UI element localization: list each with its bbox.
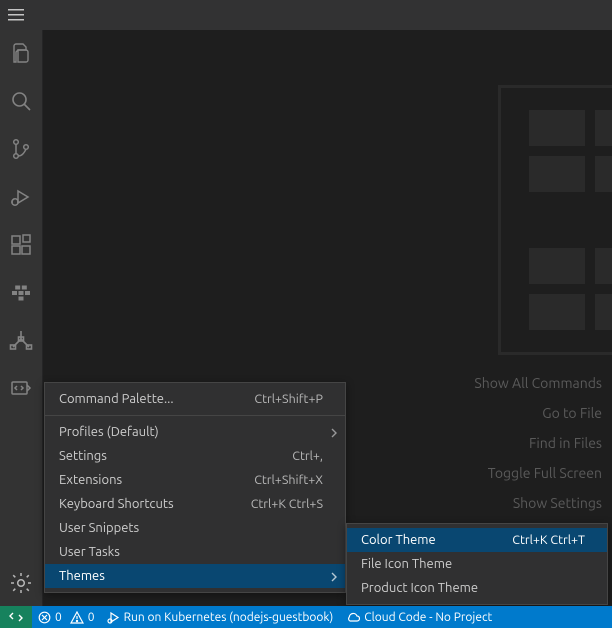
menu-item-label: User Tasks — [59, 545, 120, 559]
status-problems[interactable]: 0 0 — [32, 606, 101, 628]
hint-show-settings: Show Settings — [513, 495, 602, 511]
kubernetes-icon[interactable] — [0, 326, 42, 356]
status-run-on-kubernetes[interactable]: Run on Kubernetes (nodejs-guestbook) — [101, 606, 340, 628]
status-label: Run on Kubernetes (nodejs-guestbook) — [124, 611, 334, 624]
status-cloud-code[interactable]: Cloud Code - No Project — [339, 606, 498, 628]
menu-item-user-tasks[interactable]: User Tasks — [45, 540, 345, 564]
search-icon[interactable] — [0, 86, 42, 116]
source-control-icon[interactable] — [0, 134, 42, 164]
submenu-item-color-theme[interactable]: Color Theme Ctrl+K Ctrl+T — [347, 528, 607, 552]
themes-submenu: Color Theme Ctrl+K Ctrl+T File Icon Them… — [346, 523, 608, 605]
activity-bar — [0, 30, 42, 606]
submenu-item-file-icon-theme[interactable]: File Icon Theme — [347, 552, 607, 576]
chevron-right-icon — [329, 427, 339, 437]
app-menu-icon[interactable] — [8, 8, 24, 22]
hint-toggle-full-screen: Toggle Full Screen — [488, 465, 602, 481]
menu-item-label: Color Theme — [361, 533, 436, 547]
menu-item-shortcut: Ctrl+K Ctrl+T — [512, 533, 585, 547]
menu-item-label: Product Icon Theme — [361, 581, 478, 595]
menu-item-profiles[interactable]: Profiles (Default) — [45, 420, 345, 444]
status-bar: 0 0 Run on Kubernetes (nodejs-guestbook)… — [0, 606, 612, 628]
vscode-watermark-logo — [498, 85, 612, 355]
warning-count: 0 — [88, 611, 95, 624]
menu-item-shortcut: Ctrl+Shift+P — [254, 392, 323, 406]
debug-start-icon — [107, 611, 120, 624]
remote-indicator[interactable] — [0, 606, 32, 628]
menu-item-extensions[interactable]: Extensions Ctrl+Shift+X — [45, 468, 345, 492]
chevron-right-icon — [329, 571, 339, 581]
menu-item-label: User Snippets — [59, 521, 139, 535]
hint-find-in-files: Find in Files — [529, 435, 602, 451]
menu-item-label: Themes — [59, 569, 105, 583]
cloud-code-icon[interactable] — [0, 374, 42, 404]
menu-item-label: Extensions — [59, 473, 122, 487]
containers-icon[interactable] — [0, 278, 42, 308]
error-count: 0 — [55, 611, 62, 624]
menu-item-label: Settings — [59, 449, 107, 463]
submenu-item-product-icon-theme[interactable]: Product Icon Theme — [347, 576, 607, 600]
extensions-icon[interactable] — [0, 230, 42, 260]
status-label: Cloud Code - No Project — [364, 611, 492, 624]
menu-item-label: Profiles (Default) — [59, 425, 159, 439]
explorer-icon[interactable] — [0, 38, 42, 68]
menu-item-label: File Icon Theme — [361, 557, 452, 571]
menu-item-shortcut: Ctrl+K Ctrl+S — [251, 497, 323, 511]
menu-item-command-palette[interactable]: Command Palette... Ctrl+Shift+P — [45, 387, 345, 411]
error-icon — [38, 611, 51, 624]
menu-item-user-snippets[interactable]: User Snippets — [45, 516, 345, 540]
menu-item-settings[interactable]: Settings Ctrl+, — [45, 444, 345, 468]
welcome-hints: Show All Commands Go to File Find in Fil… — [474, 375, 602, 511]
cloud-icon — [345, 611, 360, 623]
menu-item-shortcut: Ctrl+, — [292, 449, 323, 463]
menu-item-shortcut: Ctrl+Shift+X — [254, 473, 323, 487]
hint-show-all-commands: Show All Commands — [474, 375, 602, 391]
warning-icon — [70, 611, 84, 624]
menu-item-keyboard-shortcuts[interactable]: Keyboard Shortcuts Ctrl+K Ctrl+S — [45, 492, 345, 516]
hint-go-to-file: Go to File — [542, 405, 602, 421]
manage-menu: Command Palette... Ctrl+Shift+P Profiles… — [44, 382, 346, 593]
menu-separator — [45, 415, 345, 416]
run-debug-icon[interactable] — [0, 182, 42, 212]
manage-gear-icon[interactable] — [0, 568, 42, 598]
menu-item-label: Command Palette... — [59, 392, 174, 406]
menu-item-label: Keyboard Shortcuts — [59, 497, 174, 511]
menu-item-themes[interactable]: Themes — [45, 564, 345, 588]
titlebar — [0, 0, 612, 30]
